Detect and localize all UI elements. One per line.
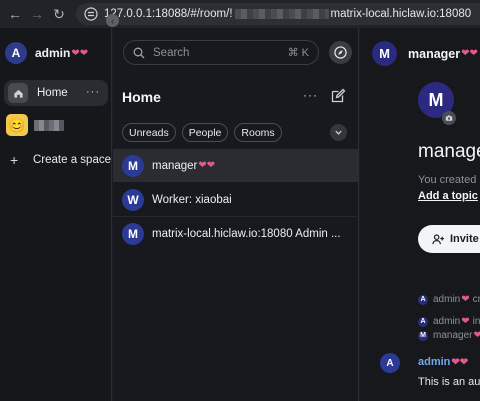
hearts-emoji-icon: ❤ [461, 294, 470, 305]
room-name: manager [152, 159, 198, 172]
hearts-emoji-icon: ❤❤ [451, 357, 469, 368]
room-list-panel: Search ⌘ K Home ··· Unreads People Rooms… [113, 28, 359, 401]
timeline-event: A admin ❤ cr [418, 294, 480, 305]
room-header[interactable]: M manager ❤❤ [372, 41, 478, 66]
room-item-worker[interactable]: W Worker: xiaobai [113, 183, 358, 216]
user-avatar[interactable]: A [5, 42, 27, 64]
hearts-emoji-icon: ❤❤ [71, 47, 89, 59]
invite-button[interactable]: Invite t [418, 225, 480, 253]
event-sender: admin [433, 294, 461, 305]
search-shortcut: ⌘ K [287, 47, 309, 59]
forward-arrow-icon[interactable]: → [26, 3, 48, 25]
hearts-emoji-icon: ❤ [473, 330, 480, 341]
event-text: cr [472, 294, 480, 305]
space-emoji-icon: 😊 [6, 114, 28, 136]
compose-icon[interactable] [330, 88, 346, 104]
event-sender: manager [433, 330, 473, 341]
room-item-admin[interactable]: M matrix-local.hiclaw.io:18080 Admin ... [113, 217, 358, 250]
room-avatar: M [122, 222, 144, 245]
invite-label: Invite t [450, 233, 480, 245]
home-icon [8, 83, 28, 103]
address-bar[interactable]: 127.0.0.1:18088/#/room/! matrix-local.hi… [76, 3, 480, 25]
timeline-event: M manager ❤ [418, 330, 480, 341]
room-list-title: Home [122, 89, 161, 105]
search-placeholder: Search [153, 46, 190, 59]
home-options-button[interactable]: ··· [86, 86, 100, 98]
room-name: matrix-local.hiclaw.io:18080 Admin ... [152, 227, 341, 240]
filter-unreads[interactable]: Unreads [122, 123, 176, 142]
room-header-name: manager [408, 46, 461, 61]
timeline-event: A admin ❤ in [418, 316, 480, 327]
add-topic-link[interactable]: Add a topic [418, 190, 478, 202]
reload-icon[interactable]: ↻ [48, 3, 70, 25]
add-user-icon [432, 233, 444, 244]
room-title: manage [418, 141, 480, 162]
message-sender-avatar[interactable]: A [380, 353, 400, 373]
room-created-text: You created [418, 174, 477, 186]
message-body: This is an aut [418, 376, 480, 388]
room-avatar: M [122, 154, 144, 177]
back-arrow-icon[interactable]: ← [4, 3, 26, 25]
search-input[interactable]: Search ⌘ K [123, 40, 319, 65]
message-sender-name[interactable]: admin❤❤ [418, 356, 468, 368]
spaces-sidebar: A admin ❤❤ Home ··· 😊 + Create a space [0, 28, 112, 401]
room-filters: Unreads People Rooms [122, 123, 282, 142]
browser-toolbar: ← → ↻ 127.0.0.1:18088/#/room/! matrix-lo… [0, 0, 480, 28]
site-settings-icon[interactable] [84, 7, 98, 21]
compass-icon [334, 46, 347, 59]
sidebar-item-space[interactable]: 😊 [6, 114, 64, 136]
chevron-down-icon [335, 130, 342, 135]
room-avatar: W [122, 188, 144, 211]
collapse-sidebar-button[interactable]: ‹ [106, 14, 119, 27]
event-sender: admin [433, 316, 461, 327]
user-menu[interactable]: A admin ❤❤ [5, 42, 88, 64]
explore-rooms-button[interactable] [329, 41, 352, 64]
url-prefix: 127.0.0.1:18088/#/room/! [104, 8, 233, 20]
event-text: in [472, 316, 480, 327]
more-filters-button[interactable] [330, 124, 347, 141]
room-header-avatar: M [372, 41, 397, 66]
filter-rooms[interactable]: Rooms [234, 123, 282, 142]
room-view: M manager ❤❤ M manage You created Add a … [360, 28, 480, 401]
event-avatar: A [418, 316, 428, 327]
room-name: Worker: xiaobai [152, 193, 232, 206]
hearts-emoji-icon: ❤❤ [461, 48, 478, 59]
camera-icon[interactable] [442, 111, 456, 125]
sidebar-item-label: Create a space [33, 154, 111, 166]
hearts-emoji-icon: ❤❤ [198, 160, 216, 171]
sidebar-item-home[interactable]: Home ··· [4, 80, 108, 106]
redacted-space-name [34, 119, 64, 131]
plus-icon: + [10, 152, 19, 168]
event-avatar: M [418, 330, 428, 341]
redacted-url-segment [234, 9, 329, 19]
sidebar-item-label: Home [37, 87, 68, 99]
hearts-emoji-icon: ❤ [461, 316, 470, 327]
room-item-manager[interactable]: M manager ❤❤ [113, 149, 358, 182]
event-avatar: A [418, 294, 428, 305]
sidebar-item-create-space[interactable]: + Create a space [10, 152, 111, 168]
url-suffix: matrix-local.hiclaw.io:18080 [330, 8, 472, 20]
filter-people[interactable]: People [181, 123, 229, 142]
room-list-options-button[interactable]: ··· [303, 88, 318, 102]
user-name: admin [35, 46, 71, 60]
search-icon [133, 47, 145, 58]
